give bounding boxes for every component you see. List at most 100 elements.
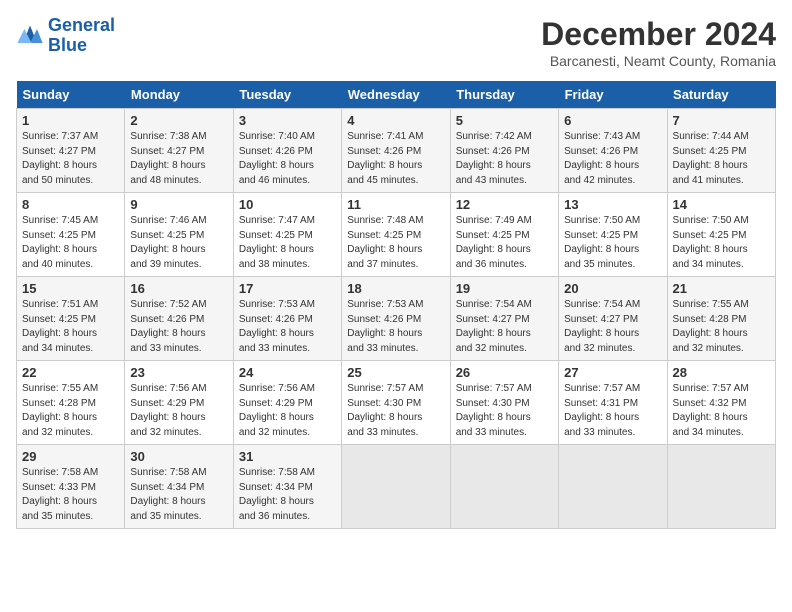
day-number: 25 <box>347 365 444 380</box>
logo-line2: Blue <box>48 35 87 55</box>
calendar-cell: 14 Sunrise: 7:50 AM Sunset: 4:25 PM Dayli… <box>667 193 775 277</box>
day-info: Sunrise: 7:58 AM Sunset: 4:34 PM Dayligh… <box>130 466 227 524</box>
location-title: Barcanesti, Neamt County, Romania <box>541 53 776 69</box>
calendar-body: 1 Sunrise: 7:37 AM Sunset: 4:27 PM Daylig… <box>17 109 776 529</box>
day-number: 10 <box>239 197 336 212</box>
day-number: 14 <box>673 197 770 212</box>
day-info: Sunrise: 7:47 AM Sunset: 4:25 PM Dayligh… <box>239 214 336 272</box>
calendar-cell: 6 Sunrise: 7:43 AM Sunset: 4:26 PM Daylig… <box>559 109 667 193</box>
day-number: 11 <box>347 197 444 212</box>
day-info: Sunrise: 7:54 AM Sunset: 4:27 PM Dayligh… <box>456 298 553 356</box>
day-info: Sunrise: 7:51 AM Sunset: 4:25 PM Dayligh… <box>22 298 119 356</box>
logo: General Blue <box>16 16 115 56</box>
day-number: 31 <box>239 449 336 464</box>
day-number: 20 <box>564 281 661 296</box>
calendar-cell: 21 Sunrise: 7:55 AM Sunset: 4:28 PM Dayli… <box>667 277 775 361</box>
calendar-cell: 20 Sunrise: 7:54 AM Sunset: 4:27 PM Dayli… <box>559 277 667 361</box>
day-number: 30 <box>130 449 227 464</box>
day-number: 26 <box>456 365 553 380</box>
calendar-cell: 25Sunrise: 7:57 AM Sunset: 4:30 PM Dayli… <box>342 361 450 445</box>
calendar-cell: 5 Sunrise: 7:42 AM Sunset: 4:26 PM Daylig… <box>450 109 558 193</box>
day-number: 23 <box>130 365 227 380</box>
day-info: Sunrise: 7:45 AM Sunset: 4:25 PM Dayligh… <box>22 214 119 272</box>
day-info: Sunrise: 7:55 AM Sunset: 4:28 PM Dayligh… <box>673 298 770 356</box>
day-info: Sunrise: 7:50 AM Sunset: 4:25 PM Dayligh… <box>673 214 770 272</box>
title-block: December 2024 Barcanesti, Neamt County, … <box>541 16 776 69</box>
calendar-cell: 16 Sunrise: 7:52 AM Sunset: 4:26 PM Dayli… <box>125 277 233 361</box>
calendar-cell: 2 Sunrise: 7:38 AM Sunset: 4:27 PM Daylig… <box>125 109 233 193</box>
day-number: 19 <box>456 281 553 296</box>
calendar-cell <box>667 445 775 529</box>
calendar-cell: 18 Sunrise: 7:53 AM Sunset: 4:26 PM Dayli… <box>342 277 450 361</box>
day-info: Sunrise: 7:52 AM Sunset: 4:26 PM Dayligh… <box>130 298 227 356</box>
calendar-cell: 30 Sunrise: 7:58 AM Sunset: 4:34 PM Dayli… <box>125 445 233 529</box>
week-row-4: 22 Sunrise: 7:55 AM Sunset: 4:28 PM Dayli… <box>17 361 776 445</box>
day-info: Sunrise: 7:49 AM Sunset: 4:25 PM Dayligh… <box>456 214 553 272</box>
day-number: 6 <box>564 113 661 128</box>
day-number: 16 <box>130 281 227 296</box>
day-info: Sunrise: 7:44 AM Sunset: 4:25 PM Dayligh… <box>673 130 770 188</box>
day-number: 5 <box>456 113 553 128</box>
calendar-cell: 11Sunrise: 7:48 AM Sunset: 4:25 PM Dayli… <box>342 193 450 277</box>
day-number: 8 <box>22 197 119 212</box>
day-number: 22 <box>22 365 119 380</box>
calendar-cell: 28 Sunrise: 7:57 AM Sunset: 4:32 PM Dayli… <box>667 361 775 445</box>
day-info: Sunrise: 7:37 AM Sunset: 4:27 PM Dayligh… <box>22 130 119 188</box>
day-number: 21 <box>673 281 770 296</box>
day-info: Sunrise: 7:46 AM Sunset: 4:25 PM Dayligh… <box>130 214 227 272</box>
day-info: Sunrise: 7:58 AM Sunset: 4:34 PM Dayligh… <box>239 466 336 524</box>
calendar-cell: 27 Sunrise: 7:57 AM Sunset: 4:31 PM Dayli… <box>559 361 667 445</box>
day-info: Sunrise: 7:57 AM Sunset: 4:31 PM Dayligh… <box>564 382 661 440</box>
day-info: Sunrise: 7:56 AM Sunset: 4:29 PM Dayligh… <box>239 382 336 440</box>
month-title: December 2024 <box>541 16 776 53</box>
day-info: Sunrise: 7:43 AM Sunset: 4:26 PM Dayligh… <box>564 130 661 188</box>
calendar-cell: 15 Sunrise: 7:51 AM Sunset: 4:25 PM Dayli… <box>17 277 125 361</box>
header-day-wednesday: Wednesday <box>342 81 450 109</box>
day-info: Sunrise: 7:54 AM Sunset: 4:27 PM Dayligh… <box>564 298 661 356</box>
logo-icon <box>16 22 44 50</box>
calendar-cell: 4Sunrise: 7:41 AM Sunset: 4:26 PM Daylig… <box>342 109 450 193</box>
week-row-5: 29Sunrise: 7:58 AM Sunset: 4:33 PM Dayli… <box>17 445 776 529</box>
day-info: Sunrise: 7:38 AM Sunset: 4:27 PM Dayligh… <box>130 130 227 188</box>
calendar-cell: 10 Sunrise: 7:47 AM Sunset: 4:25 PM Dayli… <box>233 193 341 277</box>
day-number: 9 <box>130 197 227 212</box>
calendar-cell: 24Sunrise: 7:56 AM Sunset: 4:29 PM Dayli… <box>233 361 341 445</box>
header-day-tuesday: Tuesday <box>233 81 341 109</box>
day-number: 4 <box>347 113 444 128</box>
week-row-3: 15 Sunrise: 7:51 AM Sunset: 4:25 PM Dayli… <box>17 277 776 361</box>
calendar-cell: 26 Sunrise: 7:57 AM Sunset: 4:30 PM Dayli… <box>450 361 558 445</box>
day-number: 15 <box>22 281 119 296</box>
calendar-cell: 13Sunrise: 7:50 AM Sunset: 4:25 PM Dayli… <box>559 193 667 277</box>
calendar-cell: 12 Sunrise: 7:49 AM Sunset: 4:25 PM Dayli… <box>450 193 558 277</box>
day-number: 27 <box>564 365 661 380</box>
calendar-cell: 23Sunrise: 7:56 AM Sunset: 4:29 PM Dayli… <box>125 361 233 445</box>
day-number: 1 <box>22 113 119 128</box>
day-info: Sunrise: 7:57 AM Sunset: 4:30 PM Dayligh… <box>456 382 553 440</box>
calendar-cell: 29Sunrise: 7:58 AM Sunset: 4:33 PM Dayli… <box>17 445 125 529</box>
page-header: General Blue December 2024 Barcanesti, N… <box>16 16 776 69</box>
day-number: 12 <box>456 197 553 212</box>
day-info: Sunrise: 7:55 AM Sunset: 4:28 PM Dayligh… <box>22 382 119 440</box>
calendar-header-row: SundayMondayTuesdayWednesdayThursdayFrid… <box>17 81 776 109</box>
header-day-sunday: Sunday <box>17 81 125 109</box>
day-number: 28 <box>673 365 770 380</box>
day-info: Sunrise: 7:50 AM Sunset: 4:25 PM Dayligh… <box>564 214 661 272</box>
header-day-saturday: Saturday <box>667 81 775 109</box>
calendar-cell: 1 Sunrise: 7:37 AM Sunset: 4:27 PM Daylig… <box>17 109 125 193</box>
calendar-cell <box>559 445 667 529</box>
calendar-cell: 19 Sunrise: 7:54 AM Sunset: 4:27 PM Dayli… <box>450 277 558 361</box>
day-number: 2 <box>130 113 227 128</box>
calendar-cell <box>342 445 450 529</box>
calendar-cell: 22 Sunrise: 7:55 AM Sunset: 4:28 PM Dayli… <box>17 361 125 445</box>
day-info: Sunrise: 7:58 AM Sunset: 4:33 PM Dayligh… <box>22 466 119 524</box>
day-info: Sunrise: 7:42 AM Sunset: 4:26 PM Dayligh… <box>456 130 553 188</box>
calendar-table: SundayMondayTuesdayWednesdayThursdayFrid… <box>16 81 776 529</box>
day-number: 18 <box>347 281 444 296</box>
day-info: Sunrise: 7:57 AM Sunset: 4:32 PM Dayligh… <box>673 382 770 440</box>
calendar-cell <box>450 445 558 529</box>
day-number: 3 <box>239 113 336 128</box>
day-number: 17 <box>239 281 336 296</box>
calendar-cell: 31 Sunrise: 7:58 AM Sunset: 4:34 PM Dayli… <box>233 445 341 529</box>
day-info: Sunrise: 7:53 AM Sunset: 4:26 PM Dayligh… <box>239 298 336 356</box>
day-info: Sunrise: 7:53 AM Sunset: 4:26 PM Dayligh… <box>347 298 444 356</box>
